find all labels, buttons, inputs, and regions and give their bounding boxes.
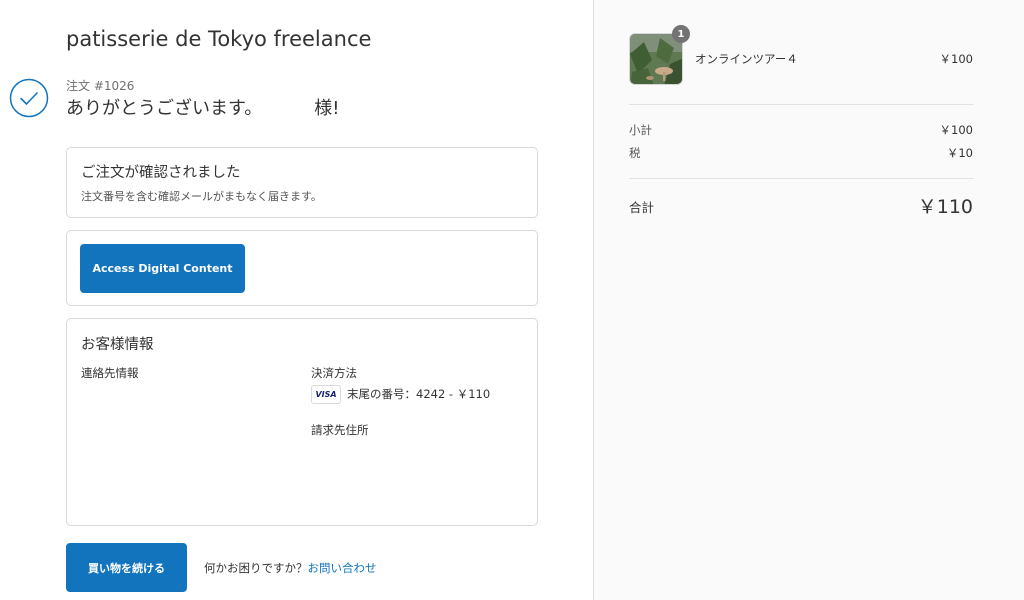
continue-shopping-button[interactable]: 買い物を続ける — [66, 543, 187, 592]
summary-divider — [629, 104, 974, 105]
card-details: 末尾の番号：4242 - ￥110 — [347, 387, 491, 401]
digital-content-box: Access Digital Content — [66, 230, 538, 306]
confirmed-subtitle: 注文番号を含む確認メールがまもなく届きます。 — [81, 190, 322, 203]
product-price: ￥100 — [939, 52, 973, 66]
confirmed-title: ご注文が確認されました — [81, 165, 241, 181]
tax-label: 税 — [629, 146, 641, 160]
thank-you-heading: ありがとうございます。 様! — [66, 94, 339, 120]
order-summary-sidebar: 1 オンラインツアー４ ￥100 小計 ￥100 税 ￥10 合計 ￥110 — [593, 0, 1024, 600]
quantity-badge: 1 — [672, 25, 690, 43]
tax-value: ￥10 — [946, 146, 973, 160]
total-divider — [629, 178, 974, 179]
access-digital-content-button[interactable]: Access Digital Content — [80, 244, 245, 293]
thank-you-prefix: ありがとうございます。 — [66, 98, 263, 119]
subtotal-value: ￥100 — [939, 123, 973, 137]
total-label: 合計 — [629, 200, 655, 215]
visa-card-icon: VISA — [311, 384, 341, 404]
checkmark-circle-icon — [9, 78, 49, 118]
order-confirmed-box: ご注文が確認されました 注文番号を含む確認メールがまもなく届きます。 — [66, 147, 538, 218]
order-number: 注文 #1026 — [66, 79, 135, 93]
help-question: 何かお困りですか？ — [204, 561, 308, 575]
total-value: ￥110 — [917, 196, 973, 218]
payment-method-line: VISA 末尾の番号：4242 - ￥110 — [311, 384, 490, 404]
contact-info-label: 連絡先情報 — [81, 366, 139, 380]
billing-address-label: 請求先住所 — [311, 423, 369, 437]
thank-you-suffix: 様! — [314, 98, 340, 119]
customer-info-title: お客様情報 — [81, 337, 154, 353]
main-content: patisserie de Tokyo freelance 注文 #1026 あ… — [0, 0, 593, 600]
customer-info-box: お客様情報 連絡先情報 決済方法 VISA 末尾の番号：4242 - ￥110 … — [66, 318, 538, 526]
contact-us-link[interactable]: お問い合わせ — [308, 561, 377, 575]
help-text: 何かお困りですか？お問い合わせ — [204, 560, 377, 576]
subtotal-label: 小計 — [629, 123, 652, 137]
product-name: オンラインツアー４ — [695, 52, 798, 66]
shop-name[interactable]: patisserie de Tokyo freelance — [66, 27, 371, 51]
product-image — [630, 34, 682, 84]
payment-method-label: 決済方法 — [311, 366, 357, 380]
